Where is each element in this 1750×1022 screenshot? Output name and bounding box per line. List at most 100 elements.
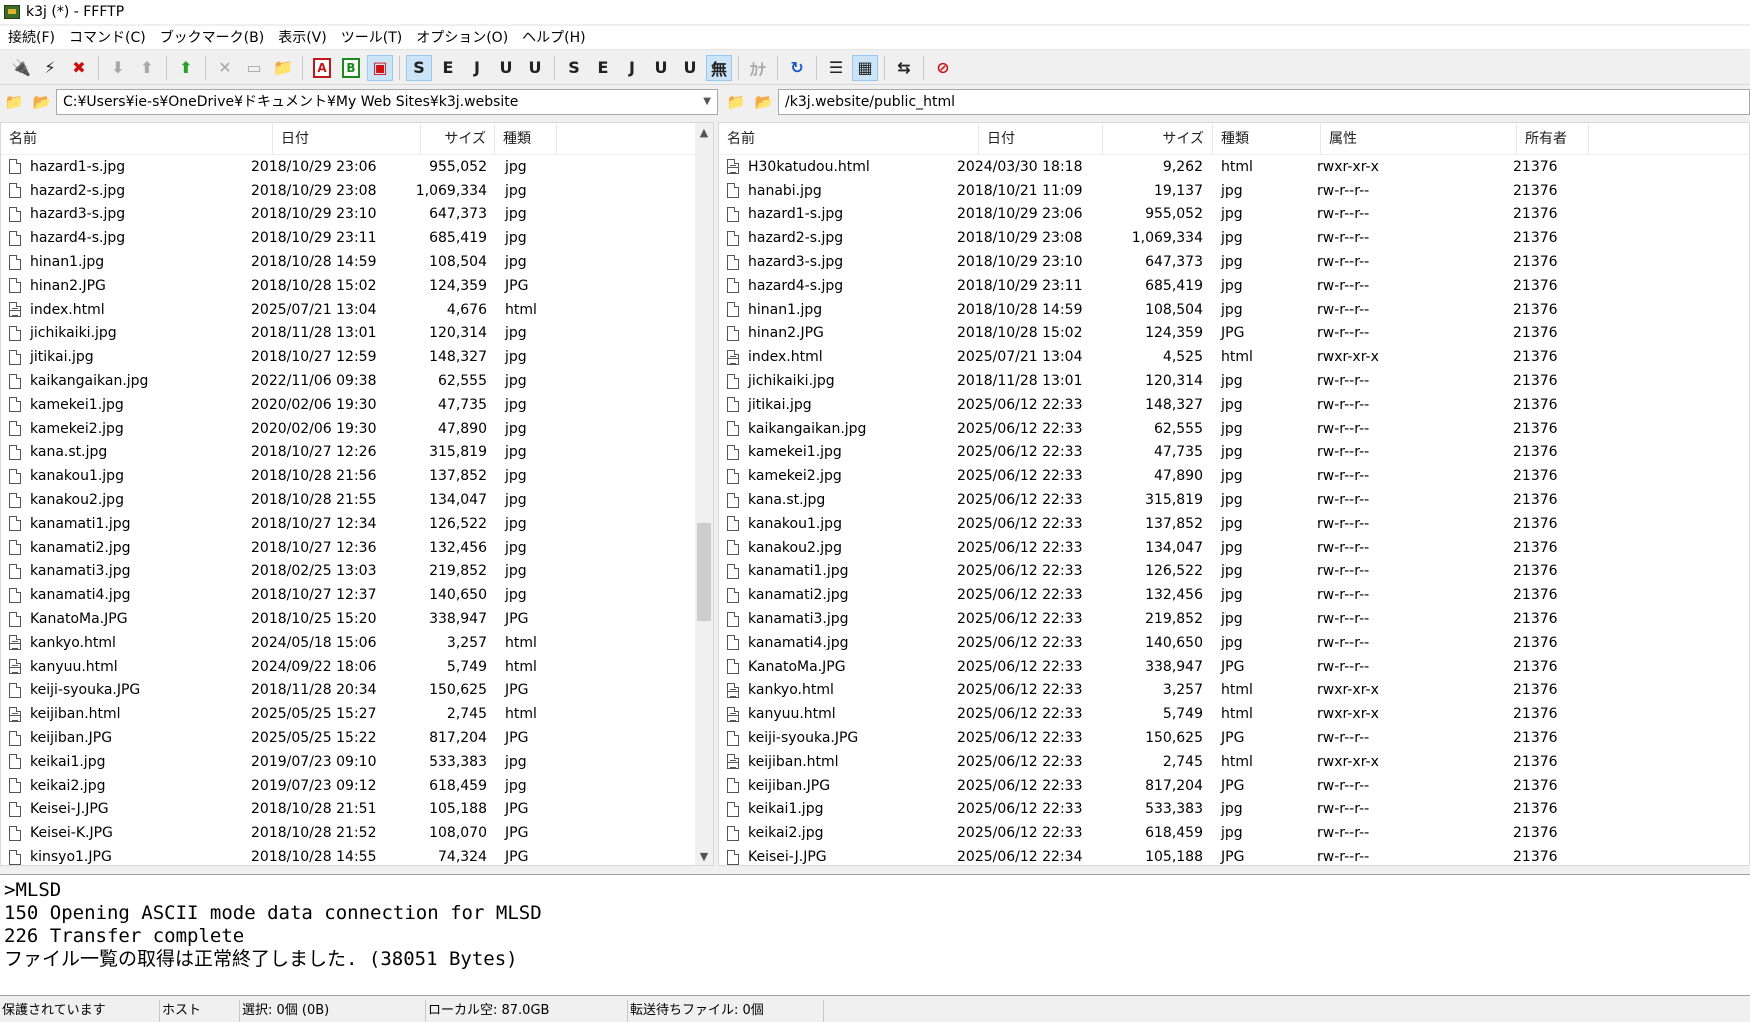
download-button[interactable]: ⬇	[105, 55, 131, 81]
column-header-attr[interactable]: 属性	[1321, 123, 1517, 155]
file-row[interactable]: kanakou2.jpg 2025/06/12 22:33 134,047 jpg rw…	[719, 536, 1749, 560]
file-row[interactable]: jitikai.jpg 2025/06/12 22:33 148,327 jpg rw-…	[719, 393, 1749, 417]
file-row[interactable]: kankyo.html 2025/06/12 22:33 3,257 html rwxr…	[719, 679, 1749, 703]
mkdir-button[interactable]: 📁	[270, 55, 296, 81]
kanji-utf8-host-button[interactable]: U	[493, 55, 519, 81]
file-row[interactable]: kanamati1.jpg 2018/10/27 12:34 126,522 jpg	[1, 512, 713, 536]
file-row[interactable]: hazard4-s.jpg 2018/10/29 23:11 685,419 jpg	[1, 226, 713, 250]
remote-file-list[interactable]: 名前 日付 サイズ 種類 属性 所有者 H30katudou.html 2024/…	[718, 122, 1750, 866]
file-row[interactable]: kanyuu.html 2024/09/22 18:06 5,749 html	[1, 655, 713, 679]
file-row[interactable]: Keisei-K.JPG 2018/10/28 21:52 108,070 JPG	[1, 821, 713, 845]
connect-button[interactable]: 🔌	[8, 55, 34, 81]
column-header-ext[interactable]: 種類	[1213, 123, 1321, 155]
kanji-utf8bom-local-button[interactable]: U	[677, 55, 703, 81]
file-row[interactable]: kana.st.jpg 2018/10/27 12:26 315,819 jpg	[1, 441, 713, 465]
local-folder-up-button[interactable]: 📁	[0, 89, 28, 115]
file-row[interactable]: hanabi.jpg 2018/10/21 11:09 19,137 jpg rw-r-…	[719, 179, 1749, 203]
file-row[interactable]: kanakou2.jpg 2018/10/28 21:55 134,047 jpg	[1, 488, 713, 512]
file-row[interactable]: hazard1-s.jpg 2018/10/29 23:06 955,052 jpg r…	[719, 203, 1749, 227]
kanji-jis-local-button[interactable]: J	[619, 55, 645, 81]
column-header-owner[interactable]: 所有者	[1517, 123, 1589, 155]
file-row[interactable]: keiji-syouka.JPG 2018/11/28 20:34 150,625 J…	[1, 679, 713, 703]
menu-item-5[interactable]: オプション(O)	[410, 26, 516, 50]
file-row[interactable]: keikai1.jpg 2019/07/23 09:10 533,383 jpg	[1, 750, 713, 774]
sync-tree-button[interactable]: ⇆	[891, 55, 917, 81]
mode-ascii-button[interactable]: A	[309, 55, 335, 81]
mode-binary-button[interactable]: B	[338, 55, 364, 81]
mode-auto-button[interactable]: ▣	[367, 54, 393, 81]
scroll-down-icon[interactable]: ▼	[695, 847, 713, 865]
rename-button[interactable]: ▭	[241, 55, 267, 81]
file-row[interactable]: kanamati4.jpg 2018/10/27 12:37 140,650 jpg	[1, 583, 713, 607]
file-row[interactable]: kanakou1.jpg 2018/10/28 21:56 137,852 jpg	[1, 464, 713, 488]
detail-view-button[interactable]: ▦	[852, 54, 878, 81]
refresh-button[interactable]: ↻	[784, 55, 810, 81]
file-row[interactable]: kanamati4.jpg 2025/06/12 22:33 140,650 jpg r…	[719, 631, 1749, 655]
file-row[interactable]: Keisei-J.JPG 2018/10/28 21:51 105,188 JPG	[1, 798, 713, 822]
file-row[interactable]: kamekei1.jpg 2020/02/06 19:30 47,735 jpg	[1, 393, 713, 417]
menu-item-0[interactable]: 接続(F)	[2, 26, 63, 50]
menu-item-3[interactable]: 表示(V)	[272, 26, 335, 50]
file-row[interactable]: hinan1.jpg 2018/10/28 14:59 108,504 jpg rw-r…	[719, 298, 1749, 322]
kanji-jis-host-button[interactable]: J	[464, 55, 490, 81]
file-row[interactable]: kanakou1.jpg 2025/06/12 22:33 137,852 jpg rw…	[719, 512, 1749, 536]
file-row[interactable]: kankyo.html 2024/05/18 15:06 3,257 html	[1, 631, 713, 655]
file-row[interactable]: jichikaiki.jpg 2018/11/28 13:01 120,314 jpg…	[719, 369, 1749, 393]
menu-item-2[interactable]: ブックマーク(B)	[154, 26, 273, 50]
quick-connect-button[interactable]: ⚡	[37, 55, 63, 81]
kanji-sjis-host-button[interactable]: S	[406, 54, 432, 81]
file-row[interactable]: hazard4-s.jpg 2018/10/29 23:11 685,419 jpg r…	[719, 274, 1749, 298]
file-row[interactable]: kanamati2.jpg 2025/06/12 22:33 132,456 jpg r…	[719, 583, 1749, 607]
column-header-name[interactable]: 名前	[1, 123, 273, 155]
abort-button[interactable]: ⊘	[930, 55, 956, 81]
remote-path-combobox[interactable]: /k3j.website/public_html	[778, 89, 1750, 115]
column-header-name[interactable]: 名前	[719, 123, 979, 155]
file-row[interactable]: keijiban.JPG 2025/05/25 15:22 817,204 JPG	[1, 726, 713, 750]
file-row[interactable]: H30katudou.html 2024/03/30 18:18 9,262 html…	[719, 155, 1749, 179]
file-row[interactable]: KanatoMa.JPG 2025/06/12 22:33 338,947 JPG rw…	[719, 655, 1749, 679]
file-row[interactable]: kanamati3.jpg 2018/02/25 13:03 219,852 jpg	[1, 560, 713, 584]
file-row[interactable]: kanyuu.html 2025/06/12 22:33 5,749 html rwxr…	[719, 702, 1749, 726]
file-row[interactable]: kanamati2.jpg 2018/10/27 12:36 132,456 jpg	[1, 536, 713, 560]
file-row[interactable]: keijiban.JPG 2025/06/12 22:33 817,204 JPG rw…	[719, 774, 1749, 798]
file-row[interactable]: kamekei1.jpg 2025/06/12 22:33 47,735 jpg rw-…	[719, 441, 1749, 465]
menu-item-6[interactable]: ヘルプ(H)	[516, 26, 593, 50]
file-row[interactable]: kinsyo1.JPG 2018/10/28 14:55 74,324 JPG	[1, 845, 713, 865]
file-row[interactable]: keiji-syouka.JPG 2025/06/12 22:33 150,625 J…	[719, 726, 1749, 750]
column-header-size[interactable]: サイズ	[421, 123, 495, 155]
file-row[interactable]: index.html 2025/07/21 13:04 4,676 html	[1, 298, 713, 322]
remote-folder-open-button[interactable]: 📂	[750, 89, 778, 115]
local-scrollbar[interactable]: ▲ ▼	[695, 123, 713, 865]
file-row[interactable]: hazard1-s.jpg 2018/10/29 23:06 955,052 jpg	[1, 155, 713, 179]
column-header-ext[interactable]: 種類	[495, 123, 557, 155]
menu-item-4[interactable]: ツール(T)	[335, 26, 410, 50]
file-row[interactable]: kana.st.jpg 2025/06/12 22:33 315,819 jpg rw-…	[719, 488, 1749, 512]
file-row[interactable]: jichikaiki.jpg 2018/11/28 13:01 120,314 jpg	[1, 322, 713, 346]
file-row[interactable]: kamekei2.jpg 2025/06/12 22:33 47,890 jpg rw-…	[719, 464, 1749, 488]
column-header-size[interactable]: サイズ	[1103, 123, 1213, 155]
kanji-utf8-local-button[interactable]: U	[648, 55, 674, 81]
kanji-sjis-local-button[interactable]: S	[561, 55, 587, 81]
file-row[interactable]: kanamati3.jpg 2025/06/12 22:33 219,852 jpg r…	[719, 607, 1749, 631]
file-row[interactable]: kanamati1.jpg 2025/06/12 22:33 126,522 jpg r…	[719, 560, 1749, 584]
list-view-button[interactable]: ☰	[823, 55, 849, 81]
file-row[interactable]: kamekei2.jpg 2020/02/06 19:30 47,890 jpg	[1, 417, 713, 441]
file-row[interactable]: hazard3-s.jpg 2018/10/29 23:10 647,373 jpg	[1, 203, 713, 227]
file-row[interactable]: hazard2-s.jpg 2018/10/29 23:08 1,069,334 jp…	[1, 179, 713, 203]
kanji-utf8bom-host-button[interactable]: U	[522, 55, 548, 81]
chevron-down-icon[interactable]: ▼	[703, 90, 711, 114]
upload-button[interactable]: ⬆	[134, 55, 160, 81]
file-row[interactable]: kaikangaikan.jpg 2025/06/12 22:33 62,555 jp…	[719, 417, 1749, 441]
remote-folder-up-button[interactable]: 📁	[722, 89, 750, 115]
delete-button[interactable]: ✕	[212, 55, 238, 81]
local-folder-open-button[interactable]: 📂	[28, 89, 56, 115]
local-file-list[interactable]: 名前 日付 サイズ 種類 hazard1-s.jpg 2018/10/29 23:…	[0, 122, 714, 866]
mirror-upload-button[interactable]: ⬆	[173, 55, 199, 81]
file-row[interactable]: KanatoMa.JPG 2018/10/25 15:20 338,947 JPG	[1, 607, 713, 631]
file-row[interactable]: kaikangaikan.jpg 2022/11/06 09:38 62,555 jp…	[1, 369, 713, 393]
file-row[interactable]: hazard2-s.jpg 2018/10/29 23:08 1,069,334 jp…	[719, 226, 1749, 250]
file-row[interactable]: hazard3-s.jpg 2018/10/29 23:10 647,373 jpg r…	[719, 250, 1749, 274]
kanji-euc-local-button[interactable]: E	[590, 55, 616, 81]
kana-convert-button[interactable]: ｶﾅ	[745, 55, 771, 81]
no-convert-button[interactable]: 無	[706, 54, 732, 81]
